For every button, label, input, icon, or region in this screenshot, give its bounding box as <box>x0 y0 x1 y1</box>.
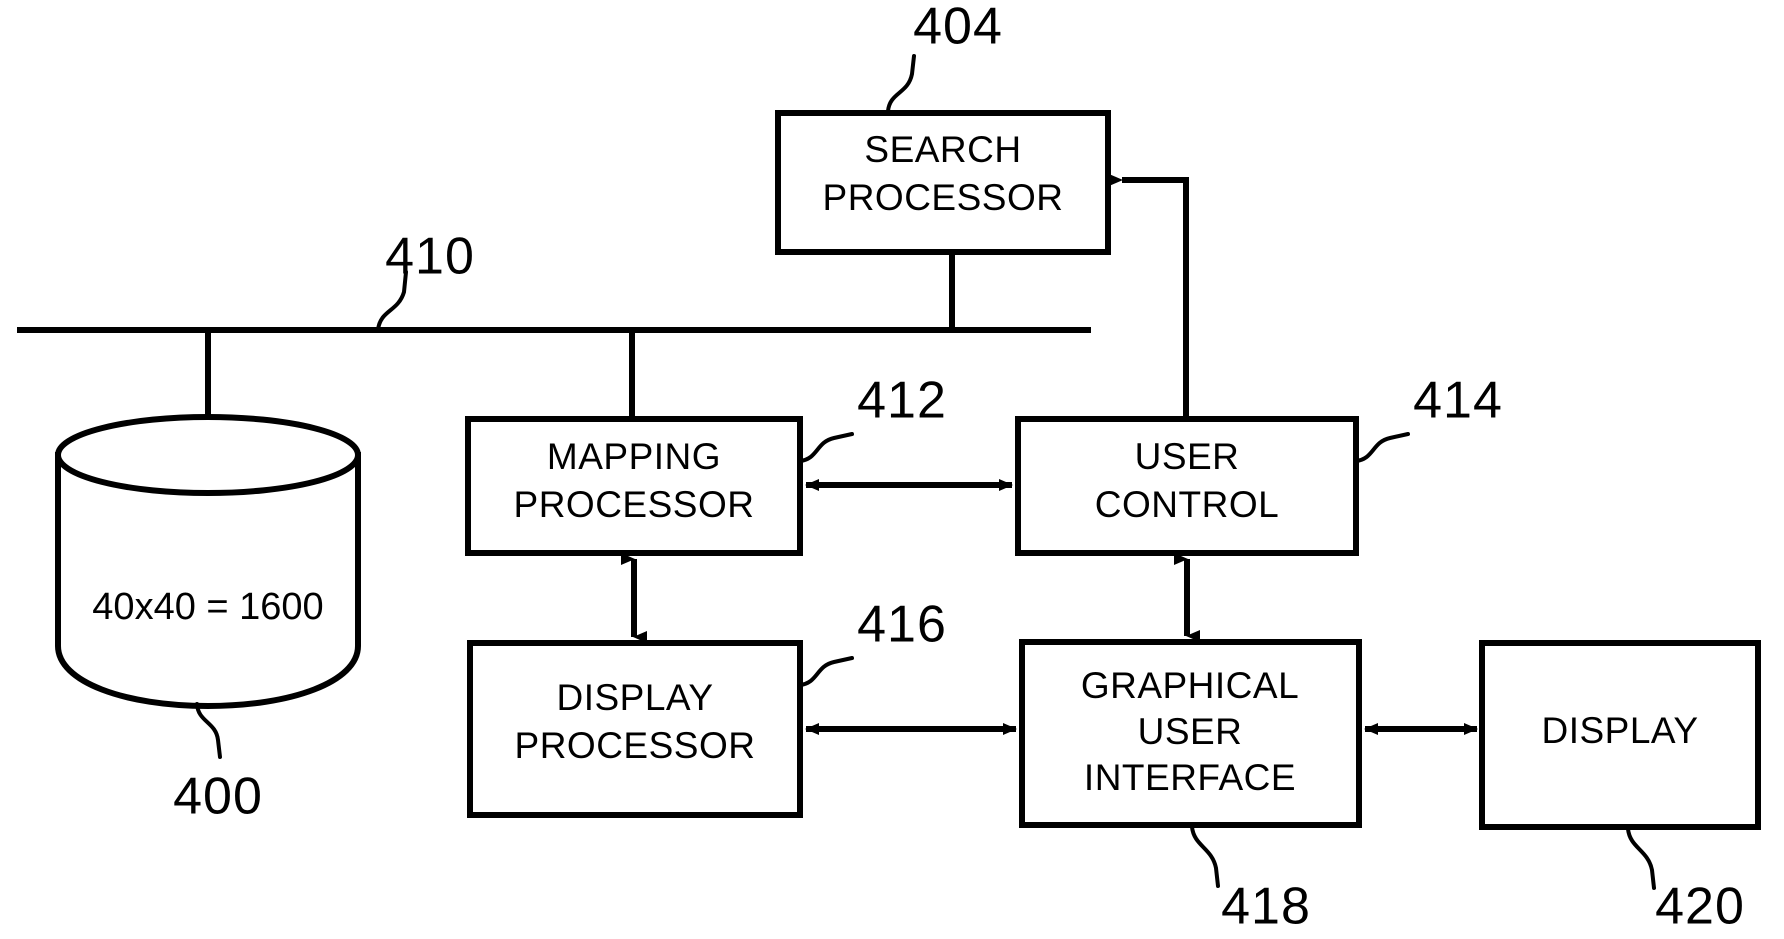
display-processor-label-line2: PROCESSOR <box>515 725 756 766</box>
gui-label-line1: GRAPHICAL <box>1081 665 1299 706</box>
search-processor-node[interactable]: SEARCH PROCESSOR 404 <box>775 0 1111 330</box>
figure-canvas: 410 40x40 = 1600 400 SEARCH PROCESSOR 40… <box>0 0 1784 939</box>
gui-label-line3: INTERFACE <box>1084 757 1296 798</box>
display-label-line1: DISPLAY <box>1541 710 1698 751</box>
gui-label-line2: USER <box>1138 711 1243 752</box>
ref-410: 410 <box>385 228 475 286</box>
block-diagram: 410 40x40 = 1600 400 SEARCH PROCESSOR 40… <box>17 0 1761 936</box>
ref-414: 414 <box>1413 372 1503 430</box>
search-processor-label-line1: SEARCH <box>864 129 1021 170</box>
db-top-ellipse <box>55 414 361 496</box>
mapping-processor-node[interactable]: MAPPING PROCESSOR 412 <box>465 330 947 556</box>
ref-412: 412 <box>857 372 947 430</box>
ref-416: 416 <box>857 596 947 654</box>
display-processor-node[interactable]: DISPLAY PROCESSOR 416 <box>467 596 947 818</box>
user-control-node[interactable]: USER CONTROL 414 <box>1015 372 1503 556</box>
mapping-processor-label-line1: MAPPING <box>547 436 721 477</box>
user-control-label-line1: USER <box>1135 436 1240 477</box>
database-cylinder: 40x40 = 1600 400 <box>55 330 361 826</box>
mapping-processor-label-line2: PROCESSOR <box>514 484 755 525</box>
feedback-line <box>1109 174 1189 421</box>
mapping-processor-ref-leader <box>798 432 854 463</box>
ref-420: 420 <box>1655 878 1745 936</box>
display-processor-label-line1: DISPLAY <box>556 677 713 718</box>
db-ref-leader <box>195 702 222 759</box>
search-processor-label-line2: PROCESSOR <box>823 177 1064 218</box>
ref-418: 418 <box>1221 878 1311 936</box>
user-control-label-line2: CONTROL <box>1095 484 1279 525</box>
search-processor-ref-leader <box>886 54 916 113</box>
graphical-user-interface-node[interactable]: GRAPHICAL USER INTERFACE 418 <box>1019 639 1362 936</box>
user-control-to-search-processor-link <box>1109 174 1189 421</box>
ref-404: 404 <box>913 0 1003 56</box>
user-control-ref-leader <box>1354 432 1410 463</box>
db-label: 40x40 = 1600 <box>92 586 323 628</box>
gui-ref-leader <box>1190 825 1220 888</box>
display-node[interactable]: DISPLAY 420 <box>1479 640 1761 936</box>
display-ref-leader <box>1626 827 1656 890</box>
display-processor-ref-leader <box>798 656 854 687</box>
ref-400: 400 <box>173 768 263 826</box>
